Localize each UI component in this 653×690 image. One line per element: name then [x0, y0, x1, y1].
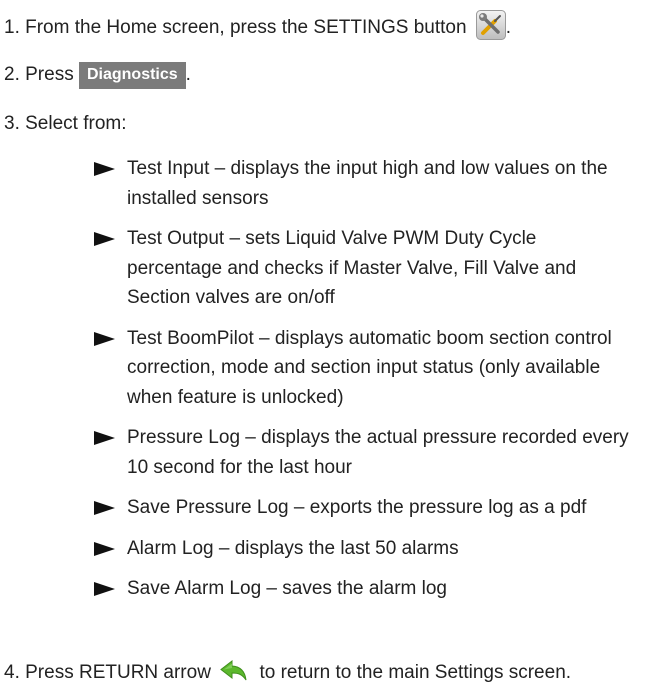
list-item: Save Pressure Log – exports the pressure…	[92, 493, 632, 523]
list-item-text: Save Alarm Log – saves the alarm log	[127, 578, 448, 599]
step-4-suffix: to return to the main Settings screen.	[259, 662, 572, 683]
step-2-suffix: .	[185, 64, 191, 85]
list-item-text: Pressure Log – displays the actual press…	[127, 427, 629, 478]
list-item-text: Test Input – displays the input high and…	[127, 158, 608, 209]
list-item: Pressure Log – displays the actual press…	[92, 423, 632, 482]
settings-tools-icon	[475, 10, 506, 40]
step-2-text: 2. Press	[4, 64, 74, 85]
list-item-text: Save Pressure Log – exports the pressure…	[127, 497, 587, 518]
triangle-bullet-icon	[94, 582, 115, 596]
list-item-text: Alarm Log – displays the last 50 alarms	[127, 537, 459, 559]
list-item: Test Input – displays the input high and…	[92, 154, 632, 213]
triangle-bullet-icon	[94, 541, 115, 556]
step-4: 4. Press RETURN arrow to return to the m…	[4, 659, 572, 685]
list-item: Save Alarm Log – saves the alarm log	[92, 574, 632, 604]
list-item-text: Test BoomPilot – displays automatic boom…	[127, 327, 612, 408]
step-1: 1. From the Home screen, press the SETTI…	[4, 10, 511, 40]
return-arrow-icon[interactable]	[220, 659, 250, 682]
list-item: Test Output – sets Liquid Valve PWM Duty…	[92, 224, 632, 313]
step-4-text: 4. Press RETURN arrow	[4, 662, 211, 683]
triangle-bullet-icon	[94, 162, 115, 176]
step-1-suffix: .	[505, 17, 512, 38]
diagnostics-options-list: Test Input – displays the input high and…	[92, 154, 632, 615]
instruction-page: 1. From the Home screen, press the SETTI…	[0, 0, 653, 690]
list-item-text: Test Output – sets Liquid Valve PWM Duty…	[127, 228, 577, 308]
step-1-text: 1. From the Home screen, press the SETTI…	[4, 17, 467, 38]
triangle-bullet-icon	[94, 232, 115, 246]
list-item: Alarm Log – displays the last 50 alarms	[92, 534, 632, 564]
step-3-text: 3. Select from:	[4, 113, 127, 134]
step-3: 3. Select from:	[4, 112, 127, 136]
step-2: 2. Press Diagnostics.	[4, 62, 191, 89]
triangle-bullet-icon	[94, 501, 115, 515]
triangle-bullet-icon	[94, 431, 115, 445]
triangle-bullet-icon	[94, 331, 115, 346]
list-item: Test BoomPilot – displays automatic boom…	[92, 324, 632, 413]
diagnostics-button[interactable]: Diagnostics	[78, 62, 186, 89]
